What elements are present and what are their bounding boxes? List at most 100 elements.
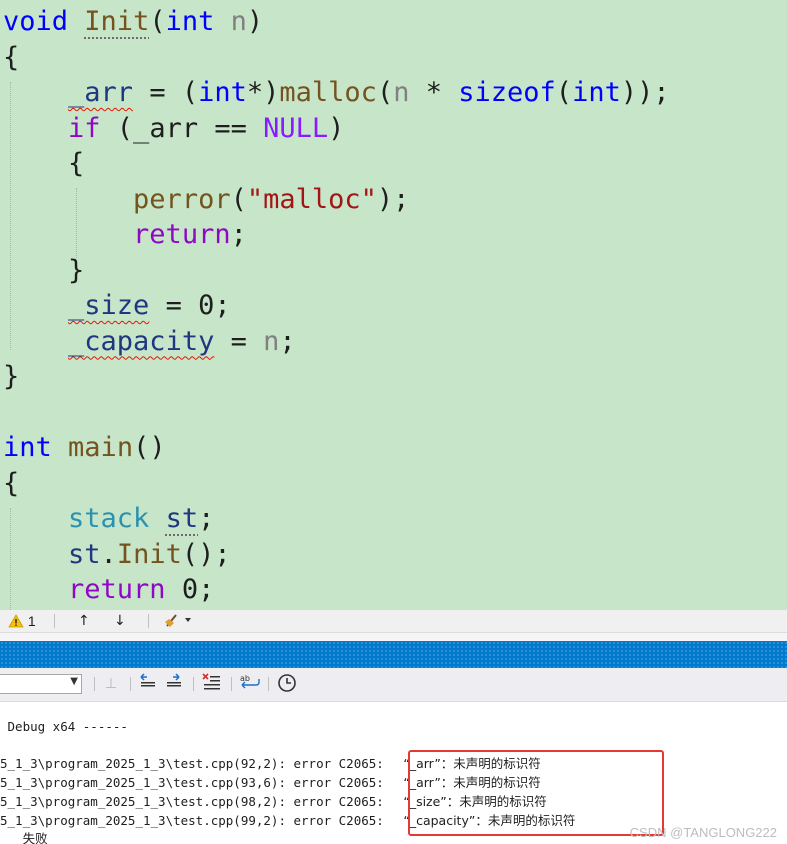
code-token: ; — [230, 219, 247, 250]
code-token: n — [393, 77, 410, 108]
code-line[interactable]: return; — [3, 217, 247, 253]
code-token: *) — [246, 77, 280, 108]
code-token: "malloc" — [246, 183, 377, 215]
code-line[interactable]: if (_arr == NULL) — [3, 111, 344, 147]
code-token: { — [3, 148, 85, 179]
code-token: int — [198, 77, 247, 108]
code-token: Init — [116, 538, 182, 570]
broom-icon[interactable] — [164, 612, 192, 630]
code-line[interactable]: perror("malloc"); — [3, 182, 409, 218]
code-token: ; — [279, 325, 296, 357]
code-token: st — [165, 503, 199, 534]
code-line[interactable]: } — [3, 253, 84, 289]
editor-status-bar: 1 ↑ ↓ — [0, 610, 787, 633]
code-token: ( — [376, 77, 394, 108]
code-editor[interactable]: void Init(int n){ _arr = (int*)malloc(n … — [0, 0, 787, 610]
divider — [54, 614, 55, 628]
code-token: ); — [376, 183, 410, 215]
code-token: stack — [68, 503, 150, 534]
svg-text:ab: ab — [240, 674, 250, 683]
code-token: } — [3, 254, 85, 286]
code-line[interactable]: return 0; — [3, 572, 214, 608]
divider — [130, 677, 131, 691]
code-token: ( — [555, 77, 573, 108]
code-token: ( — [149, 6, 166, 37]
go-to-next-message-icon[interactable] — [163, 673, 185, 695]
code-line[interactable]: void Init(int n) — [3, 4, 263, 40]
code-line[interactable]: { — [3, 146, 84, 182]
output-source-select[interactable]: ▼ — [0, 674, 82, 694]
code-token: _size — [68, 290, 150, 321]
code-token: 0; — [165, 574, 215, 605]
output-pane[interactable]: Debug x64 ------ 5_1_3\program_2025_1_3\… — [0, 702, 787, 844]
code-token: main — [68, 432, 134, 463]
code-token: return — [68, 574, 166, 605]
code-token: )); — [620, 77, 670, 108]
code-token: ) — [328, 112, 345, 144]
code-token: (); — [181, 538, 231, 570]
code-token: = 0; — [149, 290, 231, 321]
warning-count: 1 — [27, 613, 36, 629]
code-token: ) — [246, 6, 264, 37]
code-token: n — [263, 325, 280, 357]
error-highlight-box — [408, 750, 664, 836]
warning-indicator[interactable]: 1 — [8, 612, 36, 630]
find-message-icon[interactable]: ⊥ — [100, 673, 122, 695]
chevron-down-icon: ▼ — [70, 676, 78, 687]
word-wrap-icon[interactable]: ab — [239, 673, 261, 695]
code-line[interactable]: stack st; — [3, 501, 214, 537]
arrow-down-icon[interactable]: ↓ — [114, 612, 126, 630]
clock-icon[interactable] — [276, 673, 298, 695]
divider — [268, 677, 269, 691]
code-line[interactable]: int main() — [3, 430, 166, 466]
go-to-previous-message-icon[interactable] — [137, 673, 159, 695]
code-token: int — [572, 77, 621, 108]
code-token: _arr — [68, 77, 134, 108]
code-token: { — [3, 41, 20, 73]
divider — [148, 614, 149, 628]
build-header: Debug x64 ------ — [0, 719, 128, 734]
code-token: () — [133, 432, 166, 463]
code-token: Init — [84, 6, 150, 37]
code-line[interactable]: st.Init(); — [3, 537, 231, 573]
code-token: * — [409, 77, 459, 108]
code-token: void — [3, 6, 69, 37]
arrow-up-icon[interactable]: ↑ — [78, 612, 90, 630]
divider — [231, 677, 232, 691]
code-line[interactable]: { — [3, 40, 19, 76]
code-token: _capacity — [68, 325, 215, 357]
code-token: ( — [230, 183, 247, 215]
code-token: if — [68, 112, 101, 144]
output-panel-titlebar[interactable] — [0, 641, 787, 668]
divider — [94, 677, 95, 691]
code-token: st — [68, 538, 101, 570]
clear-all-icon[interactable] — [201, 673, 223, 695]
code-token: ; — [198, 503, 215, 534]
code-token: = ( — [133, 77, 199, 108]
code-line[interactable]: _capacity = n; — [3, 324, 296, 360]
code-token: perror — [133, 183, 231, 215]
code-line[interactable]: { — [3, 466, 19, 502]
output-toolbar: ▼ ⊥ ab — [0, 668, 787, 702]
code-line[interactable]: } — [3, 359, 19, 395]
panel-gap — [0, 633, 787, 641]
code-line[interactable]: _size = 0; — [3, 288, 231, 324]
code-token: malloc — [279, 77, 377, 108]
code-token: NULL — [263, 112, 329, 144]
watermark: CSDN @TANGLONG222 — [629, 825, 777, 840]
code-token: { — [3, 467, 20, 499]
code-line[interactable]: _arr = (int*)malloc(n * sizeof(int)); — [3, 75, 670, 111]
code-token: } — [3, 361, 20, 392]
